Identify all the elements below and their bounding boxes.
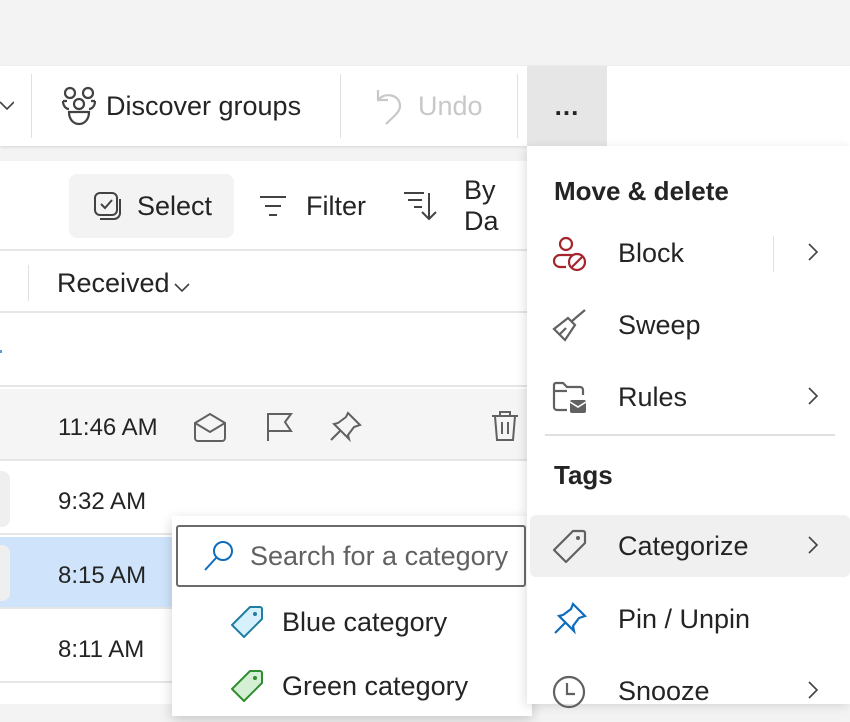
menu-item-categorize[interactable]: Categorize: [530, 515, 850, 577]
chevron-right-icon: [806, 384, 820, 408]
undo-icon: [374, 86, 406, 126]
blue-tag-icon: [230, 605, 264, 639]
filter-label: Filter: [306, 190, 366, 221]
menu-item-snooze[interactable]: Snooze: [530, 660, 850, 722]
section-header-move-delete: Move & delete: [554, 176, 729, 206]
split-divider: [773, 236, 774, 272]
ribbon-toolbar: Discover groups Undo ...: [0, 66, 850, 146]
menu-item-label: Pin / Unpin: [618, 603, 751, 634]
people-group-icon: [60, 86, 98, 126]
block-person-icon: [552, 236, 588, 272]
tag-icon: [552, 529, 588, 565]
select-button[interactable]: Select: [69, 174, 234, 238]
discover-groups-button[interactable]: Discover groups: [60, 66, 301, 146]
menu-item-label: Categorize: [618, 530, 749, 561]
category-label: Green category: [282, 670, 469, 701]
category-item-blue[interactable]: Blue category: [230, 592, 447, 652]
select-label: Select: [137, 190, 213, 221]
message-row[interactable]: 11:46 AM: [0, 389, 530, 461]
section-header-tags: Tags: [554, 460, 613, 490]
green-tag-icon: [230, 669, 264, 703]
menu-item-label: Sweep: [618, 309, 701, 340]
more-icon: ...: [554, 90, 580, 121]
divider: [340, 74, 341, 138]
menu-item-label: Snooze: [618, 675, 710, 706]
discover-groups-label: Discover groups: [106, 90, 302, 121]
delete-icon[interactable]: [490, 409, 520, 443]
filter-button[interactable]: Filter: [258, 174, 366, 238]
menu-divider: [545, 434, 835, 436]
flag-icon[interactable]: [265, 411, 295, 443]
menu-item-label: Block: [618, 237, 685, 268]
received-time: 8:11 AM: [58, 636, 145, 663]
clock-icon: [552, 674, 588, 710]
list-command-bar: Select Filter By Da: [0, 161, 530, 251]
column-header: Received: [0, 253, 530, 313]
mark-read-icon[interactable]: [193, 411, 227, 443]
chevron-down-icon: [173, 281, 190, 293]
dropdown-chevron-icon[interactable]: [0, 96, 14, 116]
received-time: 8:15 AM: [58, 562, 147, 589]
menu-item-block[interactable]: Block: [530, 222, 850, 284]
sort-descending-icon: [402, 189, 438, 223]
chevron-right-icon: [806, 533, 820, 557]
category-label: Blue category: [282, 606, 448, 637]
undo-label: Undo: [418, 90, 483, 121]
broom-icon: [552, 308, 588, 344]
sort-button[interactable]: By Da: [402, 174, 530, 238]
rules-folder-icon: [552, 380, 588, 416]
row-avatar-stub: [0, 471, 10, 527]
category-search-box[interactable]: [176, 525, 530, 587]
category-item-green[interactable]: Green category: [230, 656, 468, 716]
more-options-menu: Move & delete Block Sweep Rules Tags Cat…: [527, 146, 850, 709]
received-column-header[interactable]: Received: [57, 268, 190, 299]
message-row[interactable]: [0, 315, 530, 387]
menu-item-rules[interactable]: Rules: [530, 366, 850, 428]
chevron-right-icon[interactable]: [806, 240, 820, 264]
divider: [28, 265, 29, 301]
filter-icon: [258, 193, 288, 219]
more-options-button[interactable]: ...: [527, 66, 607, 146]
pin-icon: [552, 602, 588, 638]
chevron-right-icon: [806, 678, 820, 702]
undo-button[interactable]: Undo: [374, 66, 483, 146]
sort-label: By Da: [464, 175, 499, 236]
menu-item-label: Rules: [618, 381, 688, 412]
divider: [517, 74, 518, 138]
divider: [31, 74, 32, 138]
search-icon: [202, 539, 236, 573]
menu-item-pin-unpin[interactable]: Pin / Unpin: [530, 588, 850, 650]
row-avatar-stub: [0, 545, 10, 601]
category-search-input[interactable]: [250, 540, 530, 572]
received-time: 9:32 AM: [58, 488, 147, 515]
received-label: Received: [57, 268, 170, 298]
pin-icon[interactable]: [328, 411, 362, 443]
received-time: 11:46 AM: [58, 414, 158, 441]
menu-item-sweep[interactable]: Sweep: [530, 294, 850, 356]
row-marker: [0, 350, 2, 353]
select-checkbox-icon: [93, 191, 123, 221]
categorize-flyout: Blue category Green category: [172, 516, 532, 716]
